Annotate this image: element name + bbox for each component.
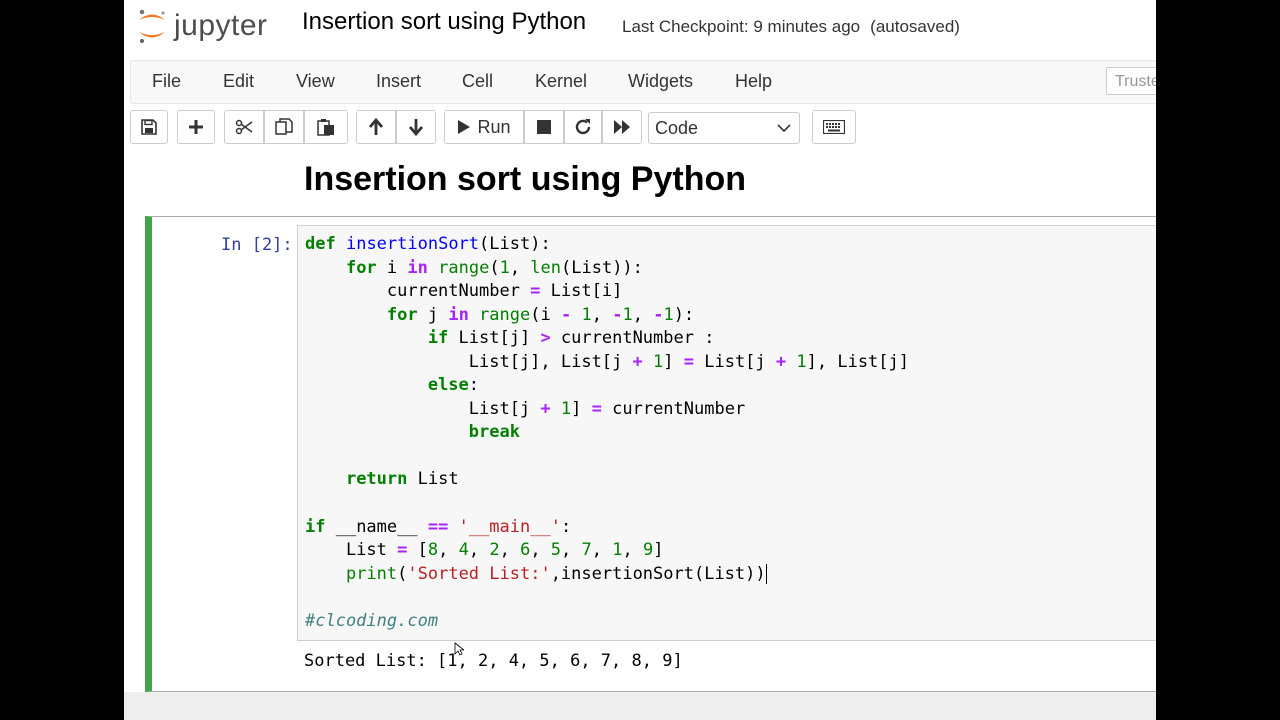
- jupyter-logo[interactable]: jupyter: [136, 6, 268, 46]
- interrupt-button[interactable]: [524, 110, 564, 144]
- insert-cell-button[interactable]: [177, 110, 215, 144]
- fast-forward-icon: [614, 120, 630, 134]
- logo-text: jupyter: [174, 9, 268, 42]
- trusted-indicator[interactable]: Truste: [1106, 67, 1156, 95]
- save-button[interactable]: [130, 110, 168, 144]
- keyboard-icon: [823, 120, 845, 134]
- menu-edit[interactable]: Edit: [223, 71, 254, 92]
- run-icon: [458, 120, 471, 134]
- arrow-up-icon: [368, 118, 384, 135]
- move-up-button[interactable]: [356, 110, 396, 144]
- notebook-container: Insertion sort using Python In [2]: def …: [124, 152, 1156, 692]
- checkpoint-text: Last Checkpoint: 9 minutes ago: [622, 17, 861, 36]
- cell-output: Sorted List: [1, 2, 4, 5, 6, 7, 8, 9]: [304, 651, 683, 671]
- jupyter-window: jupyter Insertion sort using Python Last…: [124, 0, 1156, 720]
- checkpoint-status: Last Checkpoint: 9 minutes ago (autosaved…: [622, 17, 960, 37]
- stop-icon: [537, 120, 551, 134]
- jupyter-logo-icon: [139, 9, 165, 43]
- restart-icon: [575, 119, 591, 135]
- menu-help[interactable]: Help: [735, 71, 772, 92]
- run-button[interactable]: Run: [444, 110, 524, 144]
- cut-icon: [235, 119, 253, 135]
- header: jupyter Insertion sort using Python Last…: [124, 0, 1156, 152]
- code-cell[interactable]: In [2]: def insertionSort(List): for i i…: [145, 216, 1156, 692]
- code-editor[interactable]: def insertionSort(List): for i in range(…: [297, 225, 1156, 641]
- menu-insert[interactable]: Insert: [376, 71, 421, 92]
- arrow-down-icon: [408, 119, 424, 136]
- paste-icon: [317, 119, 334, 136]
- menu-widgets[interactable]: Widgets: [628, 71, 693, 92]
- copy-button[interactable]: [264, 110, 304, 144]
- command-palette-button[interactable]: [812, 110, 856, 144]
- menu-cell[interactable]: Cell: [462, 71, 493, 92]
- restart-button[interactable]: [564, 110, 602, 144]
- move-down-button[interactable]: [396, 110, 436, 144]
- run-label: Run: [477, 116, 511, 137]
- menu-kernel[interactable]: Kernel: [535, 71, 587, 92]
- save-icon: [141, 119, 157, 135]
- markdown-heading[interactable]: Insertion sort using Python: [304, 160, 746, 199]
- autosaved-text: (autosaved): [870, 17, 960, 36]
- plus-icon: [189, 120, 203, 134]
- menu-bar: File Edit View Insert Cell Kernel Widget…: [130, 60, 1156, 104]
- input-prompt: In [2]:: [221, 235, 293, 255]
- copy-icon: [275, 118, 293, 135]
- menu-view[interactable]: View: [296, 71, 335, 92]
- cut-button[interactable]: [224, 110, 264, 144]
- text-cursor: [765, 563, 767, 584]
- cell-type-value: Code: [655, 118, 699, 138]
- mouse-pointer-icon: [454, 642, 464, 656]
- code-text: def insertionSort(List): for i in range(…: [305, 234, 909, 631]
- chevron-down-icon: [777, 124, 791, 133]
- paste-button[interactable]: [304, 110, 348, 144]
- restart-run-all-button[interactable]: [602, 110, 642, 144]
- notebook-title[interactable]: Insertion sort using Python: [302, 8, 586, 36]
- cell-type-select[interactable]: Code: [648, 112, 800, 144]
- menu-file[interactable]: File: [152, 71, 181, 92]
